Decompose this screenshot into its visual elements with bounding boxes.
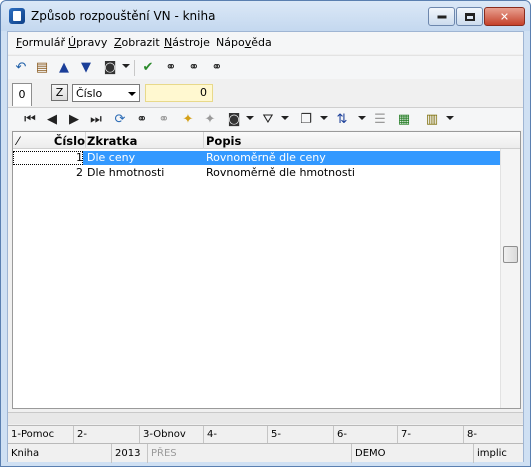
menu-zobrazit[interactable]: Zobrazit xyxy=(114,36,160,49)
maximize-button[interactable] xyxy=(456,7,483,26)
app-icon xyxy=(9,8,25,24)
add-star-icon[interactable]: ✦ xyxy=(180,112,196,128)
app-window: Způsob rozpouštění VN - kniha ✕ Formulář… xyxy=(0,0,531,467)
arrow-up-icon[interactable]: ▲ xyxy=(56,60,72,76)
dropdown-arrow-icon[interactable] xyxy=(320,116,328,120)
binoculars-settings-icon[interactable]: ⚭ xyxy=(209,60,225,76)
column-divider[interactable] xyxy=(203,132,204,149)
status-year: 2013 xyxy=(112,444,148,463)
fkey-6[interactable]: 6- xyxy=(334,426,398,443)
vertical-scrollbar[interactable] xyxy=(500,149,520,408)
maximize-icon xyxy=(464,12,475,21)
cell-zkratka: Dle ceny xyxy=(87,151,136,164)
status-module: Kniha xyxy=(8,444,112,463)
minimize-icon xyxy=(437,15,446,18)
fkey-3[interactable]: 3-Obnov xyxy=(140,426,204,443)
fkey-5[interactable]: 5- xyxy=(268,426,334,443)
window-title: Způsob rozpouštění VN - kniha xyxy=(31,9,216,23)
book-icon[interactable]: ▤ xyxy=(34,60,50,76)
status-pres: PŘES xyxy=(148,444,352,463)
sort-field-select[interactable]: Číslo xyxy=(72,84,140,102)
data-grid: ⁄ Číslo Zkratka Popis 1 Dle ceny Rovnomě… xyxy=(12,131,521,409)
grid-toolbar: ⏮ ◀ ▶ ⏭ ⟳ ⚭ ⚭ ✦ ✦ ◙ ⛛ ❐ ⇅ ☰ ▦ ▥ xyxy=(8,107,523,130)
cell-cislo: 2 xyxy=(76,166,83,179)
toolbar-separator xyxy=(134,60,135,76)
row-indicator-header: ⁄ xyxy=(17,134,19,148)
cell-zkratka: Dle hmotnosti xyxy=(87,166,165,179)
copy-icon[interactable]: ❐ xyxy=(298,112,314,128)
column-header-cislo[interactable]: Číslo xyxy=(41,134,85,148)
minimize-button[interactable] xyxy=(428,7,455,26)
export-excel-icon[interactable]: ▦ xyxy=(396,112,412,128)
column-header-popis[interactable]: Popis xyxy=(206,134,241,148)
chevron-down-icon xyxy=(128,92,136,96)
cell-popis: Rovnoměrně dle hmotnosti xyxy=(206,166,355,179)
cell-cislo: 1 xyxy=(76,151,83,164)
fkey-4[interactable]: 4- xyxy=(204,426,268,443)
camera-settings-icon[interactable]: ◙ xyxy=(102,60,118,76)
spacer-strip xyxy=(8,412,523,424)
binoculars-next-icon[interactable]: ⚭ xyxy=(186,60,202,76)
search-value-input[interactable]: 0 xyxy=(145,84,213,102)
column-divider[interactable] xyxy=(85,132,86,149)
list-icon[interactable]: ☰ xyxy=(372,112,388,128)
column-header-zkratka[interactable]: Zkratka xyxy=(87,134,137,148)
table-row[interactable]: 2 Dle hmotnosti Rovnoměrně dle hmotnosti xyxy=(13,166,500,180)
dropdown-arrow-icon[interactable] xyxy=(446,116,454,120)
menu-bar: Formulář Úpravy Zobrazit Nástroje Nápově… xyxy=(8,32,523,54)
arrow-down-icon[interactable]: ▼ xyxy=(78,60,94,76)
camera-settings-icon[interactable]: ◙ xyxy=(226,112,242,128)
menu-napoveda[interactable]: Nápověda xyxy=(216,36,272,49)
status-bar: Kniha 2013 PŘES DEMO implic xyxy=(8,443,523,463)
close-icon: ✕ xyxy=(499,10,510,23)
dropdown-arrow-icon[interactable] xyxy=(122,64,130,68)
client-area: Formulář Úpravy Zobrazit Nástroje Nápově… xyxy=(7,31,524,463)
refresh-icon[interactable]: ⟳ xyxy=(112,112,128,128)
grid-header: ⁄ Číslo Zkratka Popis xyxy=(13,132,520,149)
fkey-2[interactable]: 2- xyxy=(74,426,140,443)
fkey-7[interactable]: 7- xyxy=(398,426,464,443)
menu-upravy[interactable]: Úpravy xyxy=(68,36,107,49)
z-button[interactable]: Z xyxy=(51,84,68,101)
cell-popis: Rovnoměrně dle ceny xyxy=(206,151,326,164)
fkey-1[interactable]: 1-Pomoc xyxy=(8,426,74,443)
filter-icon[interactable]: ⛛ xyxy=(260,112,276,128)
table-row[interactable]: 1 Dle ceny Rovnoměrně dle ceny xyxy=(13,151,500,165)
dropdown-arrow-icon[interactable] xyxy=(281,116,289,120)
filter-row: 0 Z Číslo 0 xyxy=(8,80,523,106)
close-button[interactable]: ✕ xyxy=(484,7,525,26)
title-bar: Způsob rozpouštění VN - kniha ✕ xyxy=(1,1,530,31)
dropdown-arrow-icon[interactable] xyxy=(358,116,366,120)
dropdown-arrow-icon[interactable] xyxy=(246,116,254,120)
next-record-icon[interactable]: ▶ xyxy=(66,112,82,128)
menu-nastroje[interactable]: Nástroje xyxy=(164,36,210,49)
undo-icon[interactable]: ↶ xyxy=(13,60,29,76)
main-toolbar: ↶ ▤ ▲ ▼ ◙ ✔ ⚭ ⚭ ⚭ xyxy=(8,55,523,79)
status-mode: implic xyxy=(477,448,507,459)
find-next-icon[interactable]: ⚭ xyxy=(156,112,172,128)
status-database: DEMO xyxy=(352,444,474,463)
function-key-bar: 1-Pomoc 2- 3-Obnov 4- 5- 6- 7- 8- xyxy=(8,425,523,443)
menu-formular[interactable]: Formulář xyxy=(16,36,65,49)
scrollbar-thumb[interactable] xyxy=(503,246,518,263)
tab-0[interactable]: 0 xyxy=(12,83,32,106)
filter-check-icon[interactable]: ✔ xyxy=(140,60,156,76)
remove-icon[interactable]: ✦ xyxy=(202,112,218,128)
prev-record-icon[interactable]: ◀ xyxy=(44,112,60,128)
binoculars-icon[interactable]: ⚭ xyxy=(163,60,179,76)
columns-icon[interactable]: ▥ xyxy=(424,112,440,128)
fkey-8[interactable]: 8- xyxy=(464,426,523,443)
first-record-icon[interactable]: ⏮ xyxy=(22,112,38,128)
sort-field-value: Číslo xyxy=(76,87,103,100)
last-record-icon[interactable]: ⏭ xyxy=(88,112,104,128)
find-icon[interactable]: ⚭ xyxy=(134,112,150,128)
sort-az-icon[interactable]: ⇅ xyxy=(334,112,350,128)
